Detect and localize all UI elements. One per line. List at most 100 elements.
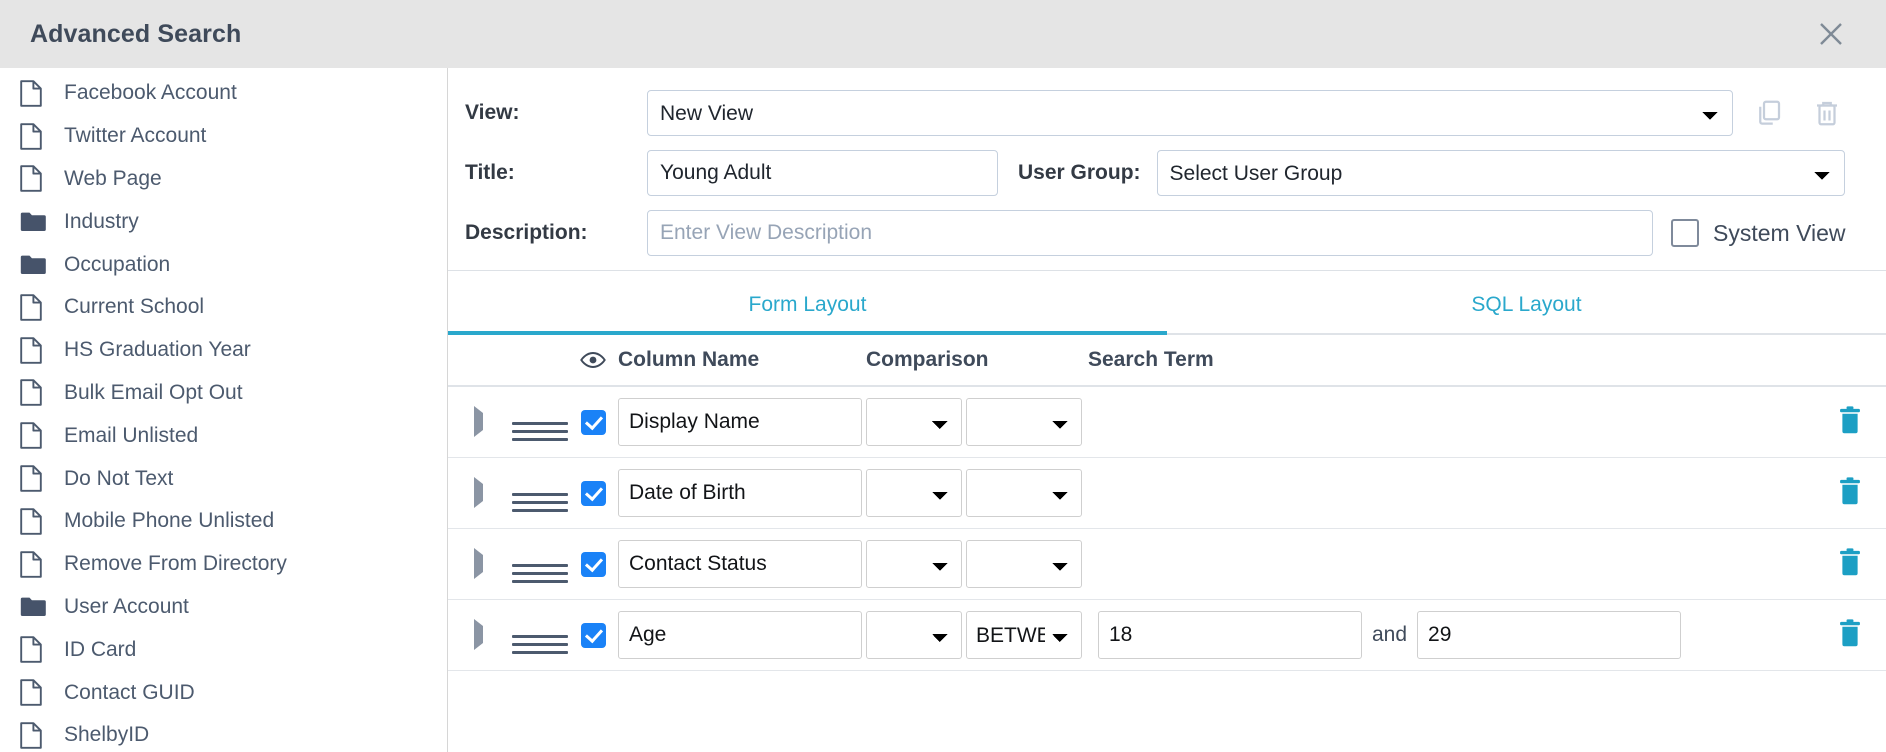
drag-handle-icon[interactable] <box>512 634 568 654</box>
search-term-header: Search Term <box>1088 348 1214 371</box>
search-criteria-table: Column Name Comparison Search Term BETWE… <box>448 335 1886 671</box>
column-name-input[interactable] <box>618 611 862 659</box>
field-tree-sidebar[interactable]: Facebook Account Twitter Account Web Page I… <box>0 68 448 752</box>
comparison-operator-select[interactable] <box>966 540 1082 588</box>
title-label: Title: <box>465 161 515 184</box>
layout-tabs[interactable]: Form Layout SQL Layout <box>448 270 1886 335</box>
search-term-input[interactable] <box>1098 611 1362 659</box>
tab-sql-layout[interactable]: SQL Layout <box>1167 271 1886 335</box>
file-icon <box>20 550 54 578</box>
sidebar-item-contact-guid[interactable]: Contact GUID <box>0 671 447 714</box>
sidebar-item-do-not-text[interactable]: Do Not Text <box>0 457 447 500</box>
row-visibility-checkbox[interactable] <box>580 480 606 506</box>
caret-right-icon[interactable] <box>474 548 483 579</box>
description-row: Description: System View <box>448 210 1886 256</box>
folder-icon <box>20 254 54 275</box>
comparison-type-select[interactable] <box>866 398 962 446</box>
row-visibility-checkbox[interactable] <box>580 622 606 648</box>
system-view-control[interactable]: System View <box>1671 219 1846 247</box>
sidebar-item-label: Occupation <box>64 252 171 276</box>
sidebar-item-remove-from-directory[interactable]: Remove From Directory <box>0 543 447 586</box>
row-visibility-checkbox[interactable] <box>580 551 606 577</box>
column-name-header: Column Name <box>618 348 760 371</box>
sidebar-item-shelbyid[interactable]: ShelbyID <box>0 714 447 752</box>
sidebar-item-bulk-email-opt-out[interactable]: Bulk Email Opt Out <box>0 372 447 415</box>
view-row: View: New View <box>448 90 1886 136</box>
description-input[interactable] <box>647 210 1653 256</box>
comparison-header: Comparison <box>866 348 989 371</box>
system-view-checkbox[interactable] <box>1671 219 1699 247</box>
tab-form-layout[interactable]: Form Layout <box>448 271 1167 335</box>
trash-icon[interactable] <box>1805 91 1849 135</box>
sidebar-item-label: HS Graduation Year <box>64 338 251 362</box>
folder-icon <box>20 596 54 617</box>
sidebar-item-label: Contact GUID <box>64 680 195 704</box>
column-name-input[interactable] <box>618 398 862 446</box>
sidebar-item-label: Industry <box>64 209 139 233</box>
column-name-input[interactable] <box>618 469 862 517</box>
row-visibility-checkbox[interactable] <box>580 409 606 435</box>
sidebar-item-label: User Account <box>64 594 189 618</box>
file-icon <box>20 294 54 321</box>
sidebar-item-current-school[interactable]: Current School <box>0 286 447 329</box>
sidebar-item-label: Bulk Email Opt Out <box>64 380 243 404</box>
sidebar-item-facebook-account[interactable]: Facebook Account <box>0 72 447 115</box>
caret-right-icon[interactable] <box>474 477 483 508</box>
delete-row-icon[interactable] <box>1836 547 1864 582</box>
file-icon <box>20 636 54 663</box>
file-icon <box>20 508 54 535</box>
title-row: Title: User Group: Select User Group <box>448 150 1886 196</box>
search-term-input-2[interactable] <box>1417 611 1682 659</box>
sidebar-item-label: ID Card <box>64 637 137 661</box>
sidebar-item-user-account[interactable]: User Account <box>0 586 447 629</box>
sidebar-item-label: Mobile Phone Unlisted <box>64 509 275 533</box>
copy-icon[interactable] <box>1747 91 1791 135</box>
comparison-operator-select[interactable]: BETWEEN <box>966 611 1082 659</box>
sidebar-item-industry[interactable]: Industry <box>0 200 447 243</box>
advanced-search-panel: View: New View Title: Young Adult User G… <box>448 68 1886 752</box>
sidebar-item-occupation[interactable]: Occupation <box>0 243 447 286</box>
table-header-row: Column Name Comparison Search Term <box>448 335 1886 387</box>
folder-icon <box>20 211 54 232</box>
comparison-type-select[interactable] <box>866 540 962 588</box>
drag-handle-icon[interactable] <box>512 492 568 512</box>
delete-row-icon[interactable] <box>1836 618 1864 653</box>
file-icon <box>20 679 54 706</box>
caret-right-icon[interactable] <box>474 619 483 650</box>
column-name-input[interactable] <box>618 540 862 588</box>
file-icon <box>20 336 54 364</box>
table-row: BETWEEN and <box>448 600 1886 671</box>
sidebar-item-label: Do Not Text <box>64 466 174 490</box>
delete-row-icon[interactable] <box>1836 476 1864 511</box>
file-icon <box>20 422 54 450</box>
title-input[interactable] <box>647 150 998 196</box>
caret-right-icon[interactable] <box>474 406 483 437</box>
sidebar-item-twitter-account[interactable]: Twitter Account <box>0 115 447 158</box>
close-icon[interactable] <box>1814 17 1848 51</box>
comparison-type-select[interactable] <box>866 469 962 517</box>
and-label: and <box>1372 623 1408 646</box>
sidebar-item-id-card[interactable]: ID Card <box>0 628 447 671</box>
sidebar-item-hs-graduation-year[interactable]: HS Graduation Year <box>0 329 447 372</box>
user-group-select[interactable]: Select User Group <box>1156 150 1845 196</box>
comparison-operator-select[interactable] <box>966 469 1082 517</box>
sidebar-item-email-unlisted[interactable]: Email Unlisted <box>0 414 447 457</box>
window-titlebar: Advanced Search <box>0 0 1886 68</box>
drag-handle-icon[interactable] <box>512 421 568 441</box>
sidebar-item-label: Email Unlisted <box>64 423 199 447</box>
sidebar-item-mobile-phone-unlisted[interactable]: Mobile Phone Unlisted <box>0 500 447 543</box>
sidebar-item-web-page[interactable]: Web Page <box>0 158 447 201</box>
table-row <box>448 387 1886 458</box>
sidebar-item-label: Remove From Directory <box>64 552 287 576</box>
file-icon <box>20 379 54 407</box>
drag-handle-icon[interactable] <box>512 563 568 583</box>
comparison-operator-select[interactable] <box>966 398 1082 446</box>
comparison-type-select[interactable] <box>866 611 962 659</box>
delete-row-icon[interactable] <box>1836 405 1864 440</box>
eye-icon[interactable] <box>568 351 618 369</box>
view-select[interactable]: New View <box>647 90 1733 136</box>
sidebar-item-label: Current School <box>64 295 205 319</box>
file-icon <box>20 722 54 749</box>
sidebar-item-label: ShelbyID <box>64 723 150 747</box>
system-view-label: System View <box>1713 219 1846 246</box>
